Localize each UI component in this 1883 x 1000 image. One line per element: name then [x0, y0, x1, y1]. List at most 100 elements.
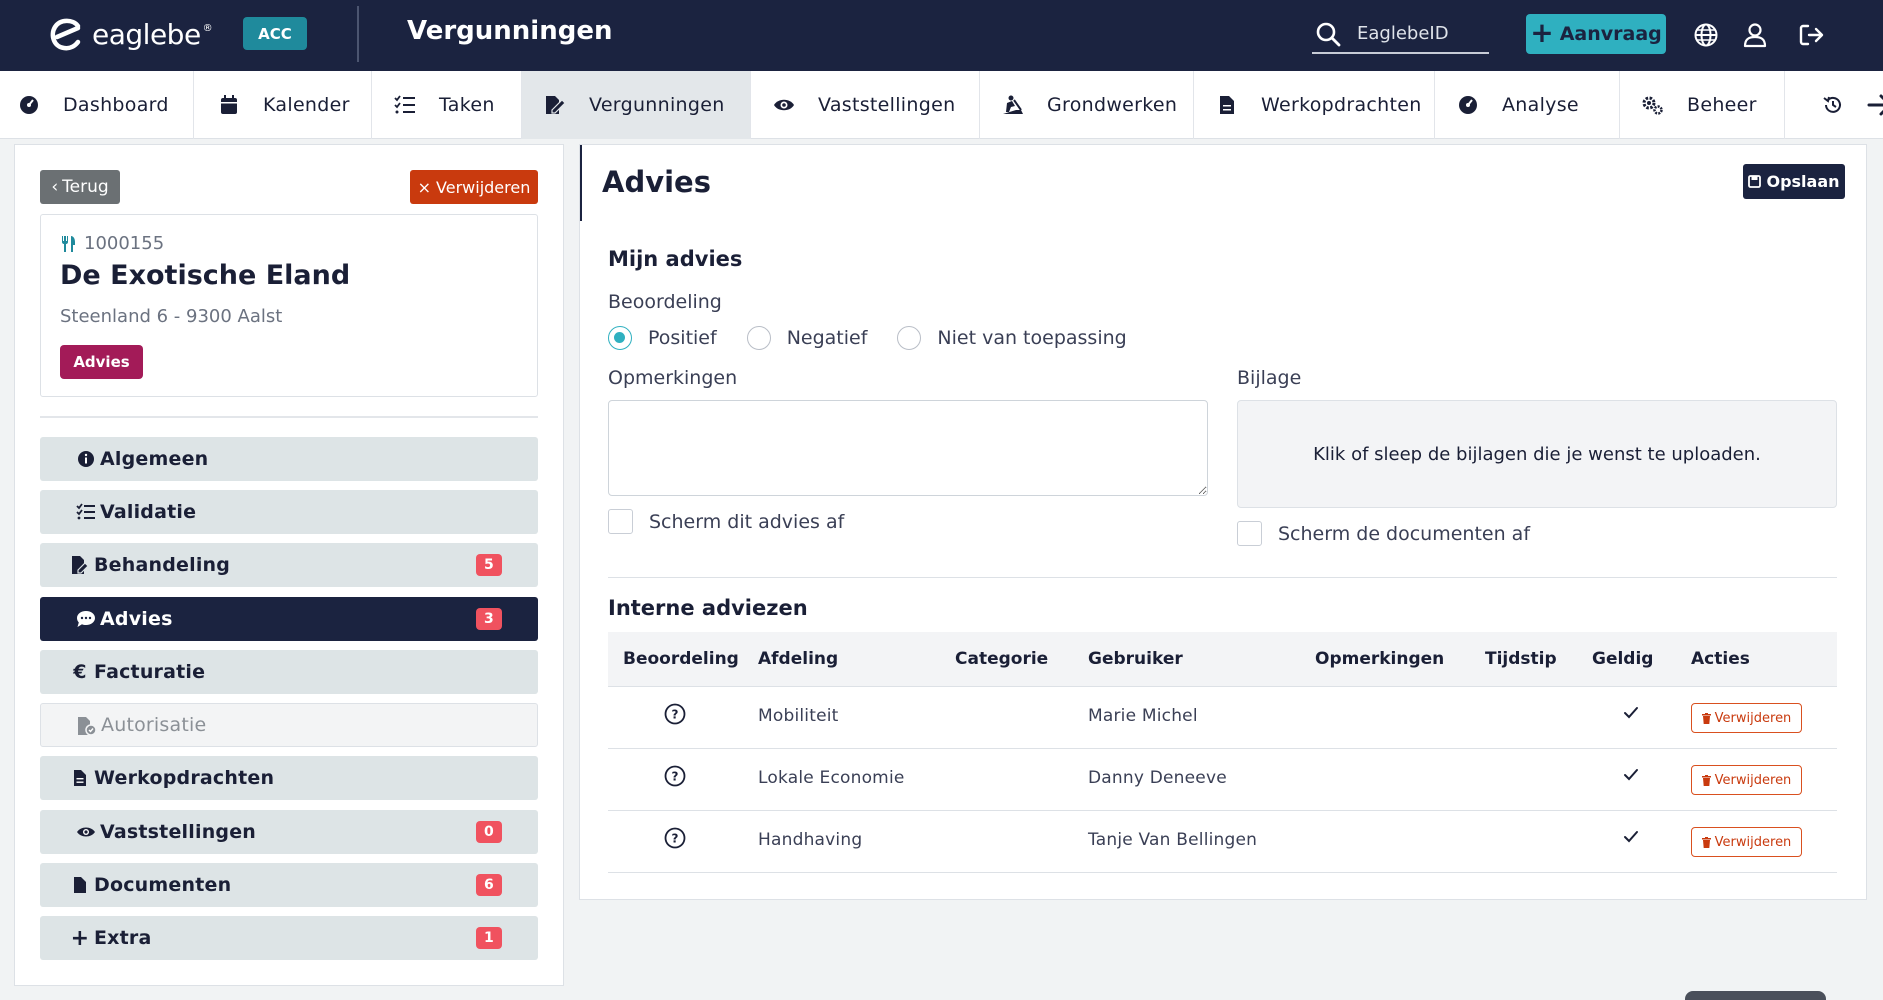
check-icon: [1624, 769, 1638, 781]
sidebar-item-label: Advies: [100, 608, 173, 630]
user-icon[interactable]: [1741, 21, 1769, 49]
column-header[interactable]: Opmerkingen: [1315, 649, 1444, 669]
internal-advice-heading: Interne adviezen: [608, 596, 808, 620]
top-divider: [357, 6, 359, 62]
sidebar-item-findings[interactable]: Vaststellingen 0: [40, 810, 538, 854]
nav-groundworks[interactable]: Grondwerken: [980, 71, 1194, 139]
sidebar-item-general[interactable]: Algemeen: [40, 437, 538, 481]
checklist-icon: [76, 502, 96, 522]
question-circle-icon: ?: [664, 765, 686, 787]
count-badge: 0: [476, 821, 502, 843]
tasks-icon: [394, 94, 416, 116]
nav-tasks[interactable]: Taken: [372, 71, 522, 139]
radio-not-applicable-label[interactable]: Niet van toepassing: [937, 327, 1126, 349]
table-row: ? Handhaving Tanje Van Bellingen Verwijd…: [608, 811, 1837, 873]
radio-negative[interactable]: [746, 326, 771, 350]
info-icon: [76, 449, 96, 469]
shield-advice-label[interactable]: Scherm dit advies af: [649, 511, 844, 533]
eaglebe-logo[interactable]: eaglebe ®: [48, 16, 213, 52]
logout-icon[interactable]: [1797, 21, 1825, 49]
sidebar-item-extra[interactable]: + Extra 1: [40, 916, 538, 960]
sidebar-item-documents[interactable]: Documenten 6: [40, 863, 538, 907]
delete-row-button[interactable]: Verwijderen: [1691, 703, 1802, 733]
nav-analysis[interactable]: Analyse: [1435, 71, 1620, 139]
sidebar-item-authorization[interactable]: Autorisatie: [40, 703, 538, 747]
radio-positive-label[interactable]: Positief: [648, 327, 717, 349]
shield-advice-checkbox-row[interactable]: Scherm dit advies af: [608, 509, 844, 534]
radio-positive[interactable]: [608, 326, 632, 350]
nav-work-orders[interactable]: Werkopdrachten: [1194, 71, 1435, 139]
cogs-icon: [1642, 94, 1664, 116]
search-box[interactable]: [1312, 15, 1489, 54]
save-button[interactable]: Opslaan: [1743, 164, 1845, 199]
file-icon: [70, 768, 90, 788]
trash-icon: [1701, 774, 1711, 786]
column-header[interactable]: Tijdstip: [1485, 649, 1557, 669]
nav-management[interactable]: Beheer: [1620, 71, 1785, 139]
department-cell: Handhaving: [758, 830, 863, 850]
sidebar-item-advice[interactable]: Advies 3: [40, 597, 538, 641]
globe-icon[interactable]: [1692, 21, 1720, 49]
attachment-dropzone[interactable]: Klik of sleep de bijlagen die je wenst t…: [1237, 400, 1837, 508]
column-header[interactable]: Afdeling: [758, 649, 838, 669]
dashboard-icon: [18, 94, 40, 116]
nav-calendar[interactable]: Kalender: [194, 71, 372, 139]
nav-findings[interactable]: Vaststellingen: [751, 71, 980, 139]
nav-label: Analyse: [1502, 94, 1579, 116]
main-navigation: Dashboard Kalender Taken Vergunningen Va…: [0, 71, 1883, 139]
search-icon[interactable]: [1315, 21, 1341, 47]
delete-row-button[interactable]: Verwijderen: [1691, 827, 1802, 857]
comment-icon: [76, 609, 96, 629]
euro-icon: €: [73, 661, 87, 683]
restaurant-icon: [62, 235, 75, 252]
radio-not-applicable[interactable]: [897, 326, 922, 350]
search-input[interactable]: [1357, 23, 1487, 44]
arrow-right-icon[interactable]: [1867, 93, 1883, 117]
sidebar-item-work-orders[interactable]: Werkopdrachten: [40, 756, 538, 800]
back-button[interactable]: ‹ Terug: [40, 170, 120, 204]
divider: [40, 416, 538, 418]
back-label: Terug: [62, 177, 109, 197]
sidebar-item-label: Documenten: [94, 874, 232, 896]
shield-docs-label[interactable]: Scherm de documenten af: [1278, 523, 1530, 545]
column-header[interactable]: Acties: [1691, 649, 1750, 669]
question-circle-icon: ?: [664, 827, 686, 849]
shield-docs-checkbox-row[interactable]: Scherm de documenten af: [1237, 521, 1530, 546]
delete-row-label: Verwijderen: [1714, 772, 1792, 788]
question-circle-icon: ?: [664, 703, 686, 725]
case-sidebar: ‹ Terug × Verwijderen 1000155 De Exotisc…: [14, 144, 564, 986]
shield-docs-checkbox[interactable]: [1237, 521, 1262, 546]
internal-advice-table: Beoordeling Afdeling Categorie Gebruiker…: [608, 632, 1837, 873]
table-header: Beoordeling Afdeling Categorie Gebruiker…: [608, 632, 1837, 687]
delete-case-button[interactable]: × Verwijderen: [410, 170, 538, 204]
save-label: Opslaan: [1766, 172, 1840, 191]
sidebar-item-label: Behandeling: [94, 554, 231, 576]
delete-row-button[interactable]: Verwijderen: [1691, 765, 1802, 795]
sidebar-item-label: Werkopdrachten: [94, 767, 275, 789]
my-advice-heading: Mijn advies: [608, 247, 743, 271]
chevron-left-icon: ‹: [51, 177, 59, 197]
nav-label: Grondwerken: [1047, 94, 1178, 116]
file-lock-icon: [77, 716, 97, 736]
column-header[interactable]: Categorie: [955, 649, 1048, 669]
count-badge: 6: [476, 874, 502, 896]
user-cell: Tanje Van Bellingen: [1088, 830, 1258, 850]
shield-advice-checkbox[interactable]: [608, 509, 633, 534]
nav-label: Beheer: [1687, 94, 1757, 116]
count-badge: 5: [476, 554, 502, 576]
sidebar-item-treatment[interactable]: Behandeling 5: [40, 543, 538, 587]
sidebar-item-billing[interactable]: € Facturatie: [40, 650, 538, 694]
remarks-textarea[interactable]: [608, 400, 1208, 496]
new-request-button[interactable]: + Aanvraag: [1526, 14, 1666, 54]
case-info-card: 1000155 De Exotische Eland Steenland 6 -…: [40, 214, 538, 397]
radio-negative-label[interactable]: Negatief: [787, 327, 868, 349]
sidebar-item-validation[interactable]: Validatie: [40, 490, 538, 534]
column-header[interactable]: Gebruiker: [1088, 649, 1183, 669]
nav-permits[interactable]: Vergunningen: [522, 71, 751, 139]
nav-label: Kalender: [263, 94, 350, 116]
bottom-tab-handle[interactable]: [1685, 991, 1826, 1000]
nav-dashboard[interactable]: Dashboard: [0, 71, 194, 139]
column-header[interactable]: Geldig: [1592, 649, 1653, 669]
column-header[interactable]: Beoordeling: [623, 649, 739, 669]
history-icon[interactable]: [1823, 95, 1843, 115]
